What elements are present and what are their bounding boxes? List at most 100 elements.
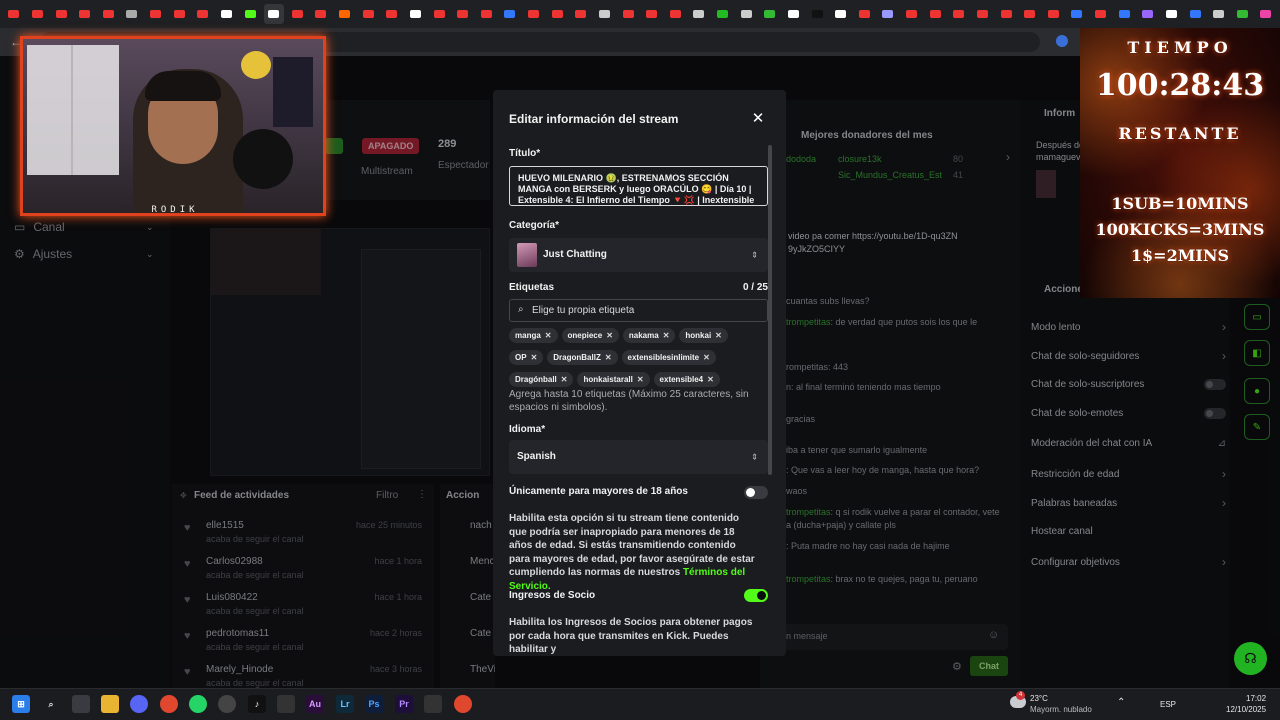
category-select[interactable]: Just Chatting ⇕: [509, 238, 768, 272]
browser-tab[interactable]: [193, 4, 213, 24]
extension-icon[interactable]: [1056, 35, 1068, 47]
browser-tab[interactable]: [500, 4, 520, 24]
language-indicator[interactable]: ESP: [1160, 700, 1176, 709]
remove-tag-icon[interactable]: ✕: [715, 331, 722, 340]
remove-tag-icon[interactable]: ✕: [703, 353, 710, 362]
remove-tag-icon[interactable]: ✕: [605, 353, 612, 362]
close-icon[interactable]: ✕: [750, 110, 766, 127]
stream-title-input[interactable]: HUEVO MILENARIO 🤢, ESTRENAMOS SECCIÓN MA…: [509, 166, 768, 206]
browser-tab[interactable]: [477, 4, 497, 24]
shelf: [27, 45, 119, 175]
adult-toggle[interactable]: [744, 486, 768, 499]
weather-temp: 23°C: [1030, 694, 1048, 703]
tag-search-input[interactable]: ⌕ Elige tu propia etiqueta: [509, 299, 768, 322]
browser-tab[interactable]: [831, 4, 851, 24]
browser-tab[interactable]: [169, 4, 189, 24]
browser-tab[interactable]: [760, 4, 780, 24]
browser-tab[interactable]: [666, 4, 686, 24]
browser-tab[interactable]: [311, 4, 331, 24]
browser-tab[interactable]: [1091, 4, 1111, 24]
browser-tab[interactable]: [1185, 4, 1205, 24]
browser-tab[interactable]: [713, 4, 733, 24]
folder-icon[interactable]: [101, 695, 119, 713]
browser-tab[interactable]: [51, 4, 71, 24]
browser-tab[interactable]: [855, 4, 875, 24]
tab-favicon-icon: [1236, 10, 1248, 18]
tiktok-icon[interactable]: ♪: [248, 695, 266, 713]
browser-tab[interactable]: [1067, 4, 1087, 24]
remove-tag-icon[interactable]: ✕: [663, 331, 670, 340]
premiere-icon[interactable]: Pr: [395, 695, 413, 713]
chrome-icon[interactable]: [160, 695, 178, 713]
browser-tab[interactable]: [453, 4, 473, 24]
browser-tab[interactable]: [973, 4, 993, 24]
whatsapp-icon[interactable]: [189, 695, 207, 713]
tag-chip: extensiblesinlimite ✕: [621, 350, 716, 365]
category-thumbnail: [517, 243, 537, 267]
browser-tab[interactable]: [382, 4, 402, 24]
browser-tab[interactable]: [878, 4, 898, 24]
browser-tab[interactable]: [689, 4, 709, 24]
remove-tag-icon[interactable]: ✕: [606, 331, 613, 340]
remove-tag-icon[interactable]: ✕: [707, 375, 714, 384]
browser-tab[interactable]: [263, 4, 284, 24]
modal-title: Editar información del stream: [509, 112, 679, 126]
browser-tab[interactable]: [406, 4, 426, 24]
browser-tab[interactable]: [99, 4, 119, 24]
browser-tab[interactable]: [1138, 4, 1158, 24]
browser-tab[interactable]: [288, 4, 308, 24]
browser-tab[interactable]: [996, 4, 1016, 24]
browser-tab[interactable]: [1114, 4, 1134, 24]
browser-tab[interactable]: [949, 4, 969, 24]
browser-tab[interactable]: [736, 4, 756, 24]
remove-tag-icon[interactable]: ✕: [637, 375, 644, 384]
browser-tab[interactable]: [618, 4, 638, 24]
browser-tab[interactable]: [217, 4, 237, 24]
chevron-up-icon[interactable]: ⌃: [1117, 697, 1125, 708]
browser-tab[interactable]: [4, 4, 24, 24]
task-view-icon[interactable]: [72, 695, 90, 713]
partner-toggle[interactable]: [744, 589, 768, 602]
browser-tab[interactable]: [784, 4, 804, 24]
browser-tab[interactable]: [1233, 4, 1253, 24]
windows-start-icon[interactable]: ⊞: [12, 695, 30, 713]
search-icon[interactable]: ⌕: [42, 695, 60, 713]
browser-tab[interactable]: [1044, 4, 1064, 24]
language-select[interactable]: Spanish ⇕: [509, 440, 768, 474]
app-icon[interactable]: [277, 695, 295, 713]
browser-tab[interactable]: [1256, 4, 1276, 24]
browser-tab[interactable]: [1020, 4, 1040, 24]
remove-tag-icon[interactable]: ✕: [531, 353, 538, 362]
browser-tab[interactable]: [75, 4, 95, 24]
browser-tab[interactable]: [1162, 4, 1182, 24]
browser-tab[interactable]: [1209, 4, 1229, 24]
browser-tab[interactable]: [240, 4, 260, 24]
browser-tab[interactable]: [28, 4, 48, 24]
browser-tab[interactable]: [642, 4, 662, 24]
remove-tag-icon[interactable]: ✕: [545, 331, 552, 340]
browser-tab[interactable]: [547, 4, 567, 24]
clock-date[interactable]: 12/10/2025: [1226, 705, 1266, 714]
app-icon[interactable]: [218, 695, 236, 713]
browser-tab[interactable]: [571, 4, 591, 24]
browser-tab[interactable]: [807, 4, 827, 24]
terminal-icon[interactable]: [424, 695, 442, 713]
photoshop-icon[interactable]: Ps: [365, 695, 383, 713]
browser-tab[interactable]: [524, 4, 544, 24]
browser-tab[interactable]: [335, 4, 355, 24]
remove-tag-icon[interactable]: ✕: [561, 375, 568, 384]
clock-time[interactable]: 17:02: [1246, 694, 1266, 703]
browser-tab[interactable]: [902, 4, 922, 24]
browser-tab[interactable]: [358, 4, 378, 24]
browser-tab[interactable]: [146, 4, 166, 24]
browser-tab[interactable]: [429, 4, 449, 24]
modal-scrollbar[interactable]: [768, 145, 772, 475]
discord-icon[interactable]: [130, 695, 148, 713]
audition-icon[interactable]: Au: [306, 695, 324, 713]
lightroom-icon[interactable]: Lr: [336, 695, 354, 713]
browser-tab[interactable]: [925, 4, 945, 24]
browser-tab[interactable]: [595, 4, 615, 24]
chrome-icon[interactable]: [454, 695, 472, 713]
help-headset-icon[interactable]: ☊: [1234, 642, 1267, 675]
browser-tab[interactable]: [122, 4, 142, 24]
